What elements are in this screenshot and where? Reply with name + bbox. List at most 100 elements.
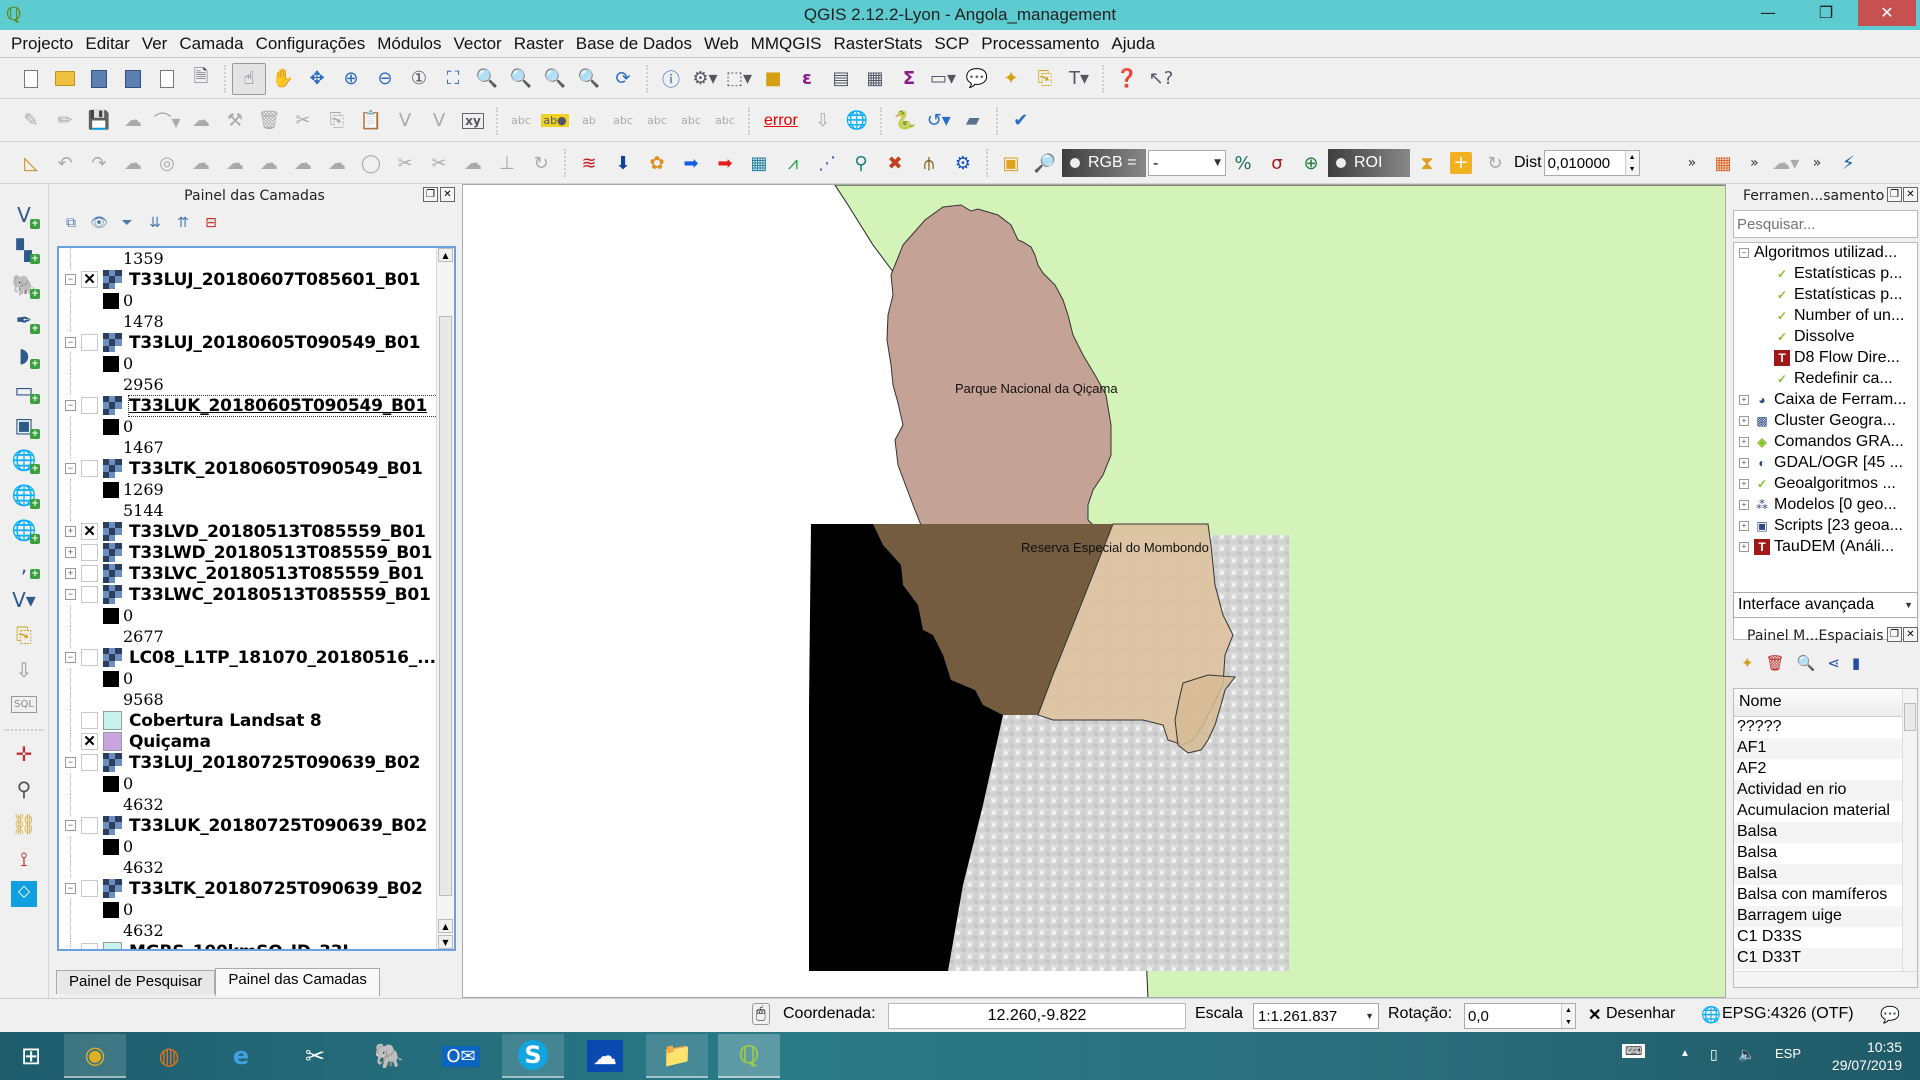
layer-visibility-checkbox[interactable] <box>81 544 98 561</box>
new-print-composer-button[interactable] <box>150 63 184 95</box>
collapse-icon[interactable]: − <box>65 463 76 474</box>
scroll-down-button[interactable]: ▼ <box>438 935 453 949</box>
crs-button[interactable]: EPSG:4326 (OTF) <box>1722 1005 1854 1023</box>
plugin-tool-1-button[interactable]: ⇩ <box>806 105 840 137</box>
collapse-icon[interactable]: − <box>65 883 76 894</box>
add-feature-button[interactable]: ☁ <box>116 105 150 137</box>
expand-icon[interactable]: + <box>1739 458 1749 468</box>
menu-projecto[interactable]: Projecto <box>6 34 78 54</box>
georeferencer-button[interactable]: ✛ <box>6 737 42 770</box>
add-wms-layer-button[interactable]: 🌐 + <box>6 443 42 476</box>
processing-group[interactable]: + ▩ Cluster Geogra... <box>1734 411 1917 432</box>
simplify-feature-button[interactable]: ☁ <box>116 147 150 179</box>
menu-raster[interactable]: Raster <box>509 34 569 54</box>
processing-group[interactable]: + T TauDEM (Análi... <box>1734 537 1917 558</box>
zoom-to-bookmark-button[interactable]: 🔍 <box>1797 654 1816 672</box>
highlight-pinned-labels-button[interactable]: ab● <box>538 105 572 137</box>
map-tips-button[interactable]: 💬 <box>960 63 994 95</box>
add-spatialite-layer-button[interactable]: ✒ + <box>6 303 42 336</box>
add-roi-button[interactable]: + <box>1444 147 1478 179</box>
cut-features-button[interactable]: ✂ <box>286 105 320 137</box>
minimize-button[interactable]: — <box>1740 0 1796 26</box>
processing-algorithm[interactable]: ✓ Estatísticas p... <box>1734 264 1917 285</box>
local-cumulative-stretch-button[interactable]: % <box>1226 147 1260 179</box>
action-button[interactable]: ⚙▾ <box>688 63 722 95</box>
new-spatial-bookmark-button[interactable]: ✦ <box>1741 654 1754 672</box>
layer-item[interactable]: − T33LTK_20180725T090639_B02 <box>59 878 436 899</box>
attribute-table-button[interactable]: ▤ <box>824 63 858 95</box>
expand-icon[interactable]: + <box>1739 521 1749 531</box>
delete-ring-button[interactable]: ☁ <box>252 147 286 179</box>
composer-manager-button[interactable]: 🗎 <box>184 63 218 95</box>
layer-tree-scrollbar[interactable]: ▲ ▲ ▼ <box>436 248 454 949</box>
layer-item[interactable]: − LC08_L1TP_181070_20180516_... <box>59 647 436 668</box>
zoom-last-button[interactable]: 🔍 <box>538 63 572 95</box>
whats-this-button[interactable]: ↖? <box>1144 63 1178 95</box>
new-project-button[interactable] <box>14 63 48 95</box>
toolbar-more-button-3[interactable]: » <box>1803 155 1832 171</box>
layer-item[interactable]: + T33LVC_20180513T085559_B01 <box>59 563 436 584</box>
tools-button[interactable]: ✖ <box>878 147 912 179</box>
sieve-button[interactable]: ⚲ <box>844 147 878 179</box>
menu-ver[interactable]: Ver <box>137 34 173 54</box>
coordinate-field[interactable]: 12.260,-9.822 <box>888 1003 1186 1029</box>
restore-button[interactable]: ❐ <box>1798 0 1854 26</box>
pin-labels-button[interactable]: ab <box>572 105 606 137</box>
toggle-editing-button[interactable]: ✏ <box>48 105 82 137</box>
layer-item[interactable]: − T33LTK_20180605T090549_B01 <box>59 458 436 479</box>
menu-configuracoes[interactable]: Configurações <box>251 34 371 54</box>
tab-painel-de-pesquisar[interactable]: Painel de Pesquisar <box>56 970 216 994</box>
layer-labeling-button[interactable]: abc <box>504 105 538 137</box>
taskbar-onedrive[interactable]: ☁ <box>574 1034 636 1078</box>
filter-legend-button[interactable]: ⏷ <box>118 214 136 232</box>
processing-group[interactable]: + ▣ Scripts [23 geoa... <box>1734 516 1917 537</box>
collapse-icon[interactable]: − <box>65 274 76 285</box>
table-horizontal-scrollbar[interactable] <box>1734 971 1917 987</box>
messages-button[interactable]: 💬 <box>1880 1005 1900 1025</box>
taskbar-snipping-tool[interactable]: ✂ <box>284 1034 346 1078</box>
merge-attributes-button[interactable]: ⊥ <box>490 147 524 179</box>
menu-scp[interactable]: SCP <box>929 34 974 54</box>
offset-curve-button[interactable]: ◯ <box>354 147 388 179</box>
layer-item[interactable]: − T33LUK_20180725T090639_B02 <box>59 815 436 836</box>
collapse-icon[interactable]: − <box>65 337 76 348</box>
table-row[interactable]: Acumulacion material <box>1734 801 1904 822</box>
add-virtual-layer-button[interactable]: ⎘ <box>6 618 42 651</box>
zoom-native-button[interactable]: ① <box>402 63 436 95</box>
layer-visibility-checkbox[interactable]: ✕ <box>81 271 98 288</box>
copy-features-button[interactable]: ⎘ <box>320 105 354 137</box>
touch-keyboard-icon[interactable]: ⌨ <box>1622 1044 1646 1058</box>
pan-button[interactable]: ✋ <box>266 63 300 95</box>
zoom-layer-button[interactable]: 🔍 <box>504 63 538 95</box>
add-xy-button[interactable]: xy <box>456 105 490 137</box>
parallelogram-tool-button[interactable]: ▰ <box>956 105 990 137</box>
processing-group[interactable]: + ◐ GDAL/OGR [45 ... <box>1734 453 1917 474</box>
render-checkbox[interactable]: ✕ <box>1588 1005 1601 1025</box>
column-header-nome[interactable]: Nome <box>1734 689 1904 717</box>
deselect-button[interactable]: ■ <box>756 63 790 95</box>
move-label-button[interactable]: abc <box>640 105 674 137</box>
float-panel-button[interactable]: ❐ <box>423 187 438 202</box>
collapse-icon[interactable]: − <box>65 589 76 600</box>
measure-angle-button[interactable]: ◺ <box>14 147 48 179</box>
close-panel-button[interactable]: ✕ <box>440 187 455 202</box>
scale-combo[interactable]: 1:1.261.837 ▼ <box>1253 1003 1379 1029</box>
float-panel-button[interactable]: ❐ <box>1887 187 1902 202</box>
processing-algorithm[interactable]: ✓ Dissolve <box>1734 327 1917 348</box>
rotate-symbols-button[interactable]: ↻ <box>524 147 558 179</box>
error-link[interactable]: error <box>756 112 806 130</box>
river-network-button[interactable]: ⚡ <box>1831 147 1865 179</box>
close-button[interactable]: ✕ <box>1858 0 1916 26</box>
new-bookmark-button[interactable]: ✦ <box>994 63 1028 95</box>
layer-item[interactable]: − T33LUJ_20180725T090639_B02 <box>59 752 436 773</box>
import-button[interactable]: ➡ <box>674 147 708 179</box>
move-feature-button[interactable]: ☁ <box>184 105 218 137</box>
save-project-button[interactable] <box>82 63 116 95</box>
measure-button[interactable]: ▭▾ <box>926 63 960 95</box>
layer-visibility-checkbox[interactable] <box>81 943 98 949</box>
menu-vector[interactable]: Vector <box>448 34 506 54</box>
settings-button[interactable]: ⚙ <box>946 147 980 179</box>
add-wcs-layer-button[interactable]: 🌐 + <box>6 478 42 511</box>
accuracy-button[interactable]: ⫛ <box>912 147 946 179</box>
layer-visibility-checkbox[interactable] <box>81 460 98 477</box>
